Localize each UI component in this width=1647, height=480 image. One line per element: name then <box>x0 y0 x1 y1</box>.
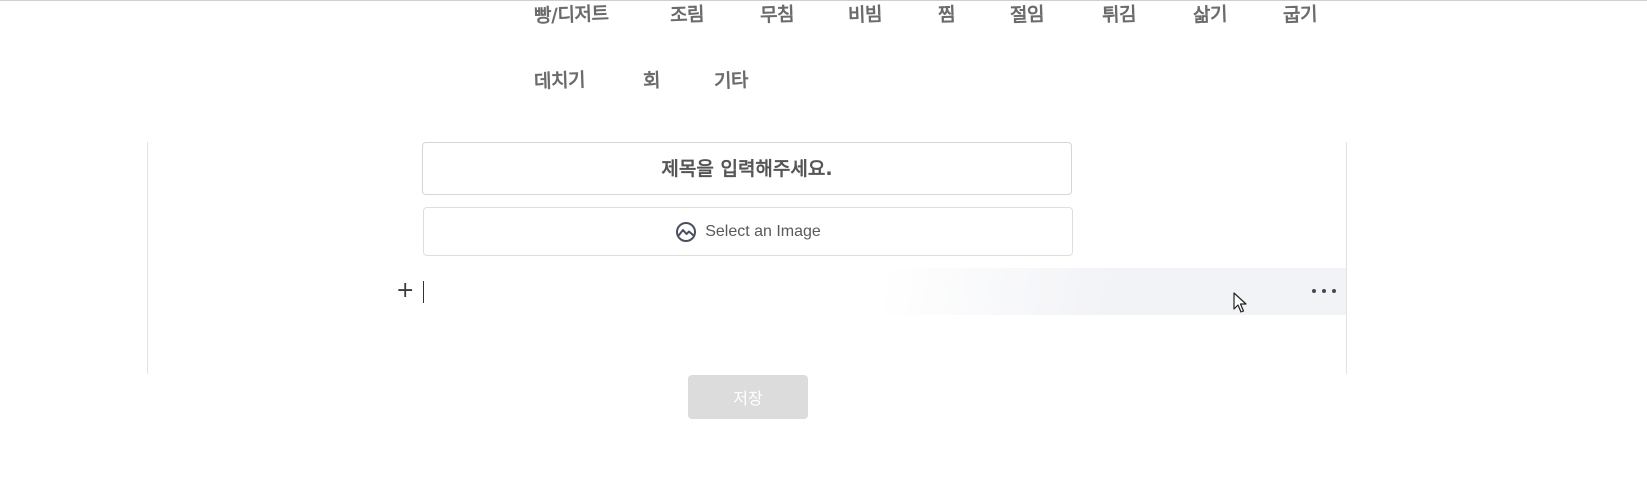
title-input[interactable] <box>422 142 1072 195</box>
editor-block-row[interactable] <box>148 268 1346 315</box>
recipe-editor-page: 빵/디저트 조림 무침 비빔 찜 절임 튀김 삶기 굽기 데치기 회 기타 Se… <box>0 0 1647 480</box>
image-icon <box>675 221 697 243</box>
text-caret <box>423 281 424 303</box>
more-options-icon[interactable] <box>1312 282 1336 300</box>
image-select-button[interactable]: Select an Image <box>423 207 1073 256</box>
category-item[interactable]: 빵/디저트 <box>534 0 609 28</box>
category-item[interactable]: 비빔 <box>848 0 883 28</box>
category-item[interactable]: 튀김 <box>1102 0 1137 28</box>
category-item[interactable]: 삶기 <box>1193 0 1228 28</box>
image-select-label: Select an Image <box>705 222 821 240</box>
category-item[interactable]: 굽기 <box>1283 0 1318 28</box>
category-item[interactable]: 기타 <box>714 65 749 93</box>
more-dot <box>1322 289 1326 293</box>
category-item[interactable]: 찜 <box>938 0 956 27</box>
category-item[interactable]: 데치기 <box>534 65 586 94</box>
category-item[interactable]: 무침 <box>760 0 795 28</box>
category-item[interactable]: 절임 <box>1010 0 1045 28</box>
category-item[interactable]: 회 <box>643 66 661 94</box>
category-item[interactable]: 조림 <box>670 0 705 28</box>
category-nav: 빵/디저트 조림 무침 비빔 찜 절임 튀김 삶기 굽기 데치기 회 기타 <box>0 0 1647 110</box>
mouse-pointer-icon <box>1233 292 1247 314</box>
more-dot <box>1332 289 1336 293</box>
more-dot <box>1312 289 1316 293</box>
add-block-button[interactable]: + <box>396 278 414 304</box>
save-button[interactable]: 저장 <box>688 375 808 419</box>
